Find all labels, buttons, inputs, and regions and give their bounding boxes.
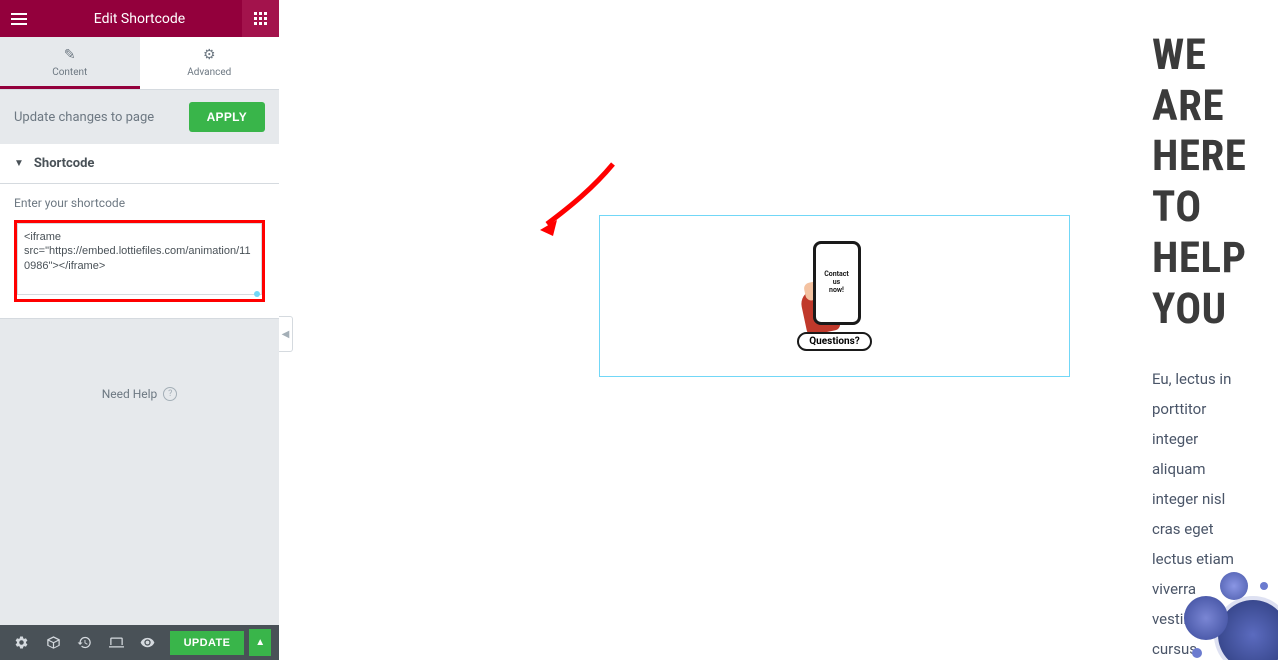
resize-handle-icon[interactable] bbox=[254, 291, 260, 297]
lottie-illustration: Contact us now! Questions? bbox=[785, 241, 885, 351]
panel-title: Edit Shortcode bbox=[37, 11, 242, 27]
tab-label: Content bbox=[52, 67, 87, 78]
section-title: Shortcode bbox=[34, 156, 95, 171]
page-heading: WE ARE HERE TO HELP YOU bbox=[1152, 30, 1238, 334]
sidebar-header: Edit Shortcode bbox=[0, 0, 279, 37]
apply-bar: Update changes to page APPLY bbox=[0, 90, 279, 144]
hamburger-icon[interactable] bbox=[0, 0, 37, 37]
panel-tabs: ✎ Content ⚙ Advanced bbox=[0, 37, 279, 90]
tab-advanced[interactable]: ⚙ Advanced bbox=[140, 37, 280, 89]
preview-canvas: ◀ Contact us now! Questions? WE ARE HERE… bbox=[279, 0, 1278, 660]
help-icon: ? bbox=[163, 387, 177, 401]
app-root: Edit Shortcode ✎ Content ⚙ Advanced Upda… bbox=[0, 0, 1278, 660]
phone-graphic: Contact us now! bbox=[813, 241, 861, 325]
caret-down-icon: ▼ bbox=[14, 158, 24, 169]
pencil-icon: ✎ bbox=[64, 47, 76, 63]
widget-preview-frame[interactable]: Contact us now! Questions? bbox=[599, 215, 1070, 377]
help-label: Need Help bbox=[102, 387, 158, 401]
gear-icon: ⚙ bbox=[203, 47, 216, 63]
shortcode-textarea[interactable] bbox=[17, 223, 262, 295]
questions-label: Questions? bbox=[797, 332, 871, 351]
responsive-icon[interactable] bbox=[103, 629, 131, 657]
history-icon[interactable] bbox=[71, 629, 99, 657]
tab-content[interactable]: ✎ Content bbox=[0, 37, 140, 89]
questions-bubble: Questions? bbox=[785, 329, 885, 351]
settings-icon[interactable] bbox=[8, 629, 36, 657]
preview-eye-icon[interactable] bbox=[134, 629, 162, 657]
editor-sidebar: Edit Shortcode ✎ Content ⚙ Advanced Upda… bbox=[0, 0, 279, 660]
tab-label: Advanced bbox=[187, 67, 231, 78]
field-label: Enter your shortcode bbox=[14, 196, 265, 210]
collapse-sidebar-button[interactable]: ◀ bbox=[279, 316, 293, 352]
widgets-grid-icon[interactable] bbox=[242, 0, 279, 37]
apply-button[interactable]: APPLY bbox=[189, 102, 265, 132]
update-options-button[interactable]: ▲ bbox=[249, 629, 271, 656]
navigator-icon[interactable] bbox=[40, 629, 68, 657]
help-area: Need Help ? bbox=[0, 319, 279, 625]
section-shortcode-header[interactable]: ▼ Shortcode bbox=[0, 144, 279, 184]
help-link[interactable]: Need Help ? bbox=[102, 387, 178, 401]
update-button[interactable]: UPDATE bbox=[170, 631, 245, 655]
phone-text-line: now! bbox=[829, 287, 844, 295]
shortcode-field-area: Enter your shortcode bbox=[0, 184, 279, 319]
virus-decoration bbox=[1158, 560, 1278, 660]
apply-text: Update changes to page bbox=[14, 110, 154, 125]
sidebar-footer: UPDATE ▲ bbox=[0, 625, 279, 660]
highlight-outline bbox=[14, 220, 265, 302]
